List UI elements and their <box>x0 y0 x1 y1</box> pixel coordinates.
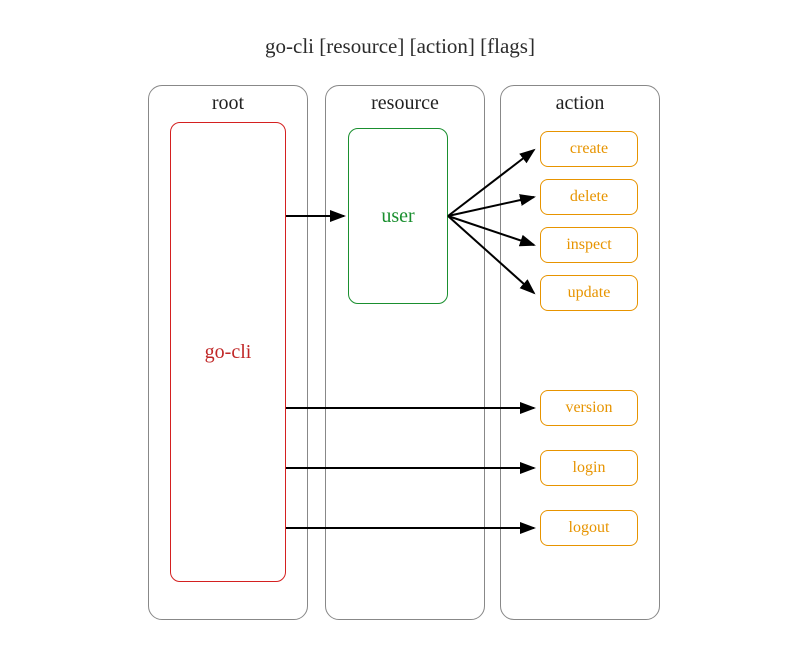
node-action-update: update <box>540 275 638 311</box>
node-action-create: create <box>540 131 638 167</box>
node-action-version: version <box>540 390 638 426</box>
node-go-cli: go-cli <box>170 122 286 582</box>
column-root-label: root <box>149 92 307 115</box>
column-resource-label: resource <box>326 92 484 115</box>
column-action-label: action <box>501 92 659 115</box>
diagram-title: go-cli [resource] [action] [flags] <box>0 34 800 59</box>
node-action-logout: logout <box>540 510 638 546</box>
node-action-login: login <box>540 450 638 486</box>
node-action-delete: delete <box>540 179 638 215</box>
node-action-inspect: inspect <box>540 227 638 263</box>
node-user: user <box>348 128 448 304</box>
